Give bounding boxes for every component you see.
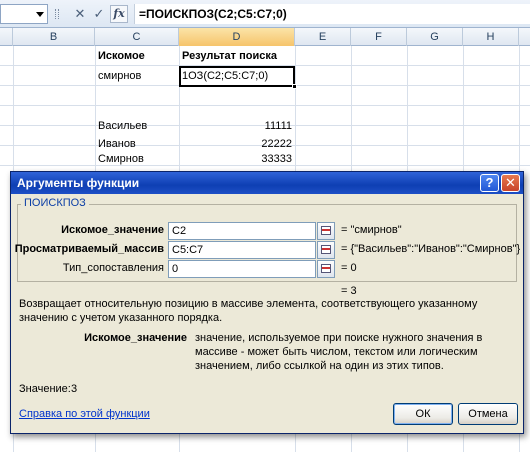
- collapse-dialog-icon[interactable]: [317, 222, 335, 240]
- help-link[interactable]: Справка по этой функции: [19, 408, 150, 420]
- formula-input[interactable]: =ПОИСКПОЗ(C2;C5:C7;0): [134, 4, 530, 24]
- active-cell-d2[interactable]: 1ОЗ(C2;C5:C7;0): [179, 66, 297, 89]
- arg-input-lookup-value[interactable]: C2: [168, 222, 316, 240]
- column-header-b[interactable]: B: [13, 28, 95, 46]
- arg-label-lookup-value: Искомое_значение: [61, 224, 164, 236]
- cell-d5[interactable]: 11111: [182, 116, 292, 136]
- arg-help-name: Искомое_значение: [84, 332, 187, 344]
- cell-c7[interactable]: Смирнов: [98, 149, 144, 169]
- help-button[interactable]: ?: [480, 174, 499, 192]
- collapse-dialog-icon[interactable]: [317, 260, 335, 278]
- resize-grip-icon[interactable]: [55, 9, 59, 19]
- column-header-a-partial[interactable]: [0, 28, 13, 46]
- arg-result-lookup-array: = {"Васильев":"Иванов":"Смирнов"}: [341, 243, 521, 255]
- dialog-title: Аргументы функции: [17, 176, 140, 190]
- cell-d7[interactable]: 33333: [182, 149, 292, 169]
- column-headers: B C D E F G H: [0, 28, 530, 46]
- name-box[interactable]: [0, 4, 48, 24]
- cancel-button[interactable]: Отмена: [458, 403, 518, 425]
- close-button[interactable]: ✕: [501, 174, 520, 192]
- value-result: 3: [71, 383, 78, 395]
- function-arguments-dialog: Аргументы функции ? ✕ ПОИСКПОЗ Искомое_з…: [10, 171, 524, 434]
- arg-input-match-type[interactable]: 0: [168, 260, 316, 278]
- arg-help-text: значение, используемое при поиске нужног…: [195, 332, 483, 372]
- cell-d1-header[interactable]: Результат поиска: [182, 46, 277, 66]
- arg-result-lookup-value: = "смирнов": [341, 224, 402, 236]
- column-header-e[interactable]: E: [295, 28, 351, 46]
- column-header-h[interactable]: H: [463, 28, 519, 46]
- active-cell-text: 1ОЗ(C2;C5:C7;0): [182, 70, 269, 82]
- arg-label-lookup-array: Просматриваемый_массив: [14, 243, 164, 255]
- cell-c2-search-value[interactable]: смирнов: [98, 66, 141, 86]
- dialog-title-bar[interactable]: Аргументы функции ? ✕: [11, 172, 523, 194]
- column-header-d[interactable]: D: [179, 28, 295, 46]
- column-header-g[interactable]: G: [407, 28, 463, 46]
- formula-result: = 3: [341, 285, 357, 297]
- arg-label-match-type: Тип_сопоставления: [62, 262, 164, 274]
- function-name-label: ПОИСКПОЗ: [21, 197, 89, 209]
- ok-button[interactable]: ОК: [393, 403, 453, 425]
- chevron-down-icon[interactable]: [36, 12, 44, 17]
- insert-function-icon[interactable]: fx: [110, 5, 128, 23]
- cancel-formula-icon[interactable]: ✕: [72, 6, 88, 22]
- collapse-dialog-icon[interactable]: [317, 241, 335, 259]
- cell-c1-header[interactable]: Искомое: [98, 46, 145, 66]
- function-description: Возвращает относительную позицию в масси…: [19, 298, 478, 324]
- arg-result-match-type: = 0: [341, 262, 357, 274]
- formula-bar: ✕ ✓ fx =ПОИСКПОЗ(C2;C5:C7;0): [0, 0, 530, 28]
- column-header-i-partial[interactable]: [519, 28, 530, 46]
- value-label: Значение:: [19, 383, 71, 395]
- enter-formula-icon[interactable]: ✓: [91, 6, 107, 22]
- cell-c5[interactable]: Васильев: [98, 116, 147, 136]
- fill-handle[interactable]: [292, 84, 297, 89]
- arg-input-lookup-array[interactable]: C5:C7: [168, 241, 316, 259]
- column-header-f[interactable]: F: [351, 28, 407, 46]
- column-header-c[interactable]: C: [95, 28, 179, 46]
